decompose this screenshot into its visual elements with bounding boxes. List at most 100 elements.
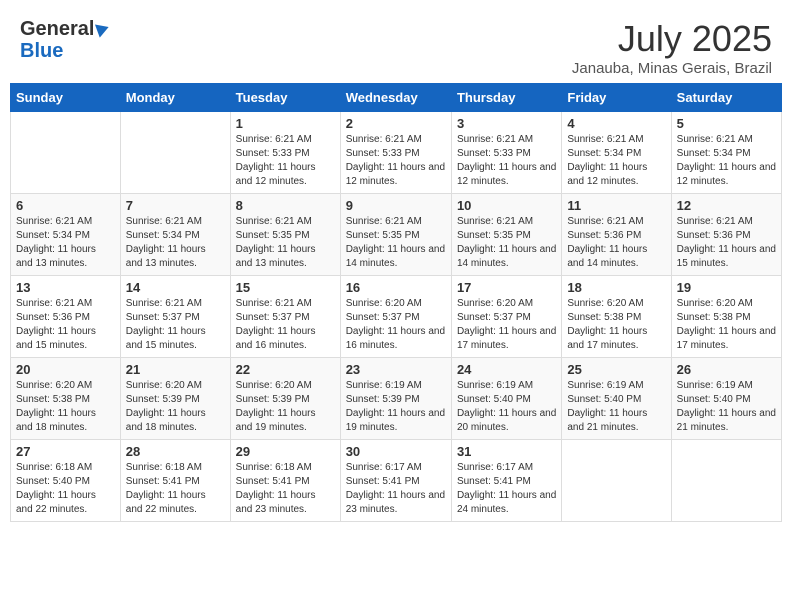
calendar-day-cell: 12 Sunrise: 6:21 AM Sunset: 5:36 PM Dayli… (671, 194, 781, 276)
calendar-day-cell: 11Sunrise: 6:21 AM Sunset: 5:36 PM Dayli… (562, 194, 671, 276)
day-info: Sunrise: 6:21 AM Sunset: 5:36 PM Dayligh… (16, 297, 115, 353)
day-info: Sunrise: 6:21 AM Sunset: 5:35 PM Dayligh… (346, 215, 446, 271)
weekday-header-cell: Monday (120, 84, 230, 112)
calendar-table: SundayMondayTuesdayWednesdayThursdayFrid… (10, 83, 782, 522)
day-info: Sunrise: 6:20 AM Sunset: 5:38 PM Dayligh… (677, 297, 776, 353)
calendar-day-cell: 29Sunrise: 6:18 AM Sunset: 5:41 PM Dayli… (230, 440, 340, 522)
calendar-day-cell: 7 Sunrise: 6:21 AM Sunset: 5:34 PM Daylig… (120, 194, 230, 276)
day-number: 1 (236, 116, 335, 131)
day-info: Sunrise: 6:19 AM Sunset: 5:40 PM Dayligh… (567, 379, 665, 435)
calendar-day-cell: 15 Sunrise: 6:21 AM Sunset: 5:37 PM Dayli… (230, 276, 340, 358)
day-info: Sunrise: 6:21 AM Sunset: 5:36 PM Dayligh… (677, 215, 776, 271)
day-info: Sunrise: 6:21 AM Sunset: 5:37 PM Dayligh… (126, 297, 225, 353)
day-number: 14 (126, 280, 225, 295)
weekday-header-cell: Thursday (451, 84, 561, 112)
calendar-day-cell: 27 Sunrise: 6:18 AM Sunset: 5:40 PM Dayli… (11, 440, 121, 522)
calendar-day-cell: 14 Sunrise: 6:21 AM Sunset: 5:37 PM Dayli… (120, 276, 230, 358)
day-info: Sunrise: 6:21 AM Sunset: 5:35 PM Dayligh… (457, 215, 556, 271)
day-info: Sunrise: 6:21 AM Sunset: 5:33 PM Dayligh… (457, 133, 556, 189)
day-number: 7 (126, 198, 225, 213)
day-number: 22 (236, 362, 335, 377)
page-header: General Blue July 2025 Janauba, Minas Ge… (10, 10, 782, 83)
calendar-day-cell (11, 112, 121, 194)
calendar-week-row: 1 Sunrise: 6:21 AM Sunset: 5:33 PM Daylig… (11, 112, 782, 194)
day-info: Sunrise: 6:20 AM Sunset: 5:39 PM Dayligh… (236, 379, 335, 435)
day-number: 4 (567, 116, 665, 131)
calendar-day-cell: 30 Sunrise: 6:17 AM Sunset: 5:41 PM Dayli… (340, 440, 451, 522)
weekday-header-row: SundayMondayTuesdayWednesdayThursdayFrid… (11, 84, 782, 112)
day-info: Sunrise: 6:18 AM Sunset: 5:40 PM Dayligh… (16, 461, 115, 517)
weekday-header-cell: Sunday (11, 84, 121, 112)
day-info: Sunrise: 6:19 AM Sunset: 5:40 PM Dayligh… (677, 379, 776, 435)
calendar-week-row: 27 Sunrise: 6:18 AM Sunset: 5:40 PM Dayli… (11, 440, 782, 522)
day-info: Sunrise: 6:18 AM Sunset: 5:41 PM Dayligh… (126, 461, 225, 517)
location-title: Janauba, Minas Gerais, Brazil (572, 60, 772, 77)
calendar-day-cell (562, 440, 671, 522)
calendar-day-cell: 5Sunrise: 6:21 AM Sunset: 5:34 PM Daylig… (671, 112, 781, 194)
day-number: 20 (16, 362, 115, 377)
day-number: 26 (677, 362, 776, 377)
calendar-body: 1 Sunrise: 6:21 AM Sunset: 5:33 PM Daylig… (11, 112, 782, 522)
calendar-day-cell: 4 Sunrise: 6:21 AM Sunset: 5:34 PM Daylig… (562, 112, 671, 194)
day-info: Sunrise: 6:21 AM Sunset: 5:37 PM Dayligh… (236, 297, 335, 353)
day-number: 19 (677, 280, 776, 295)
month-title: July 2025 (572, 18, 772, 60)
day-number: 8 (236, 198, 335, 213)
calendar-week-row: 13 Sunrise: 6:21 AM Sunset: 5:36 PM Dayli… (11, 276, 782, 358)
logo-blue: Blue (20, 40, 63, 62)
day-number: 25 (567, 362, 665, 377)
title-area: July 2025 Janauba, Minas Gerais, Brazil (572, 18, 772, 77)
calendar-day-cell: 3 Sunrise: 6:21 AM Sunset: 5:33 PM Daylig… (451, 112, 561, 194)
calendar-day-cell: 10Sunrise: 6:21 AM Sunset: 5:35 PM Dayli… (451, 194, 561, 276)
calendar-day-cell: 17Sunrise: 6:20 AM Sunset: 5:37 PM Dayli… (451, 276, 561, 358)
calendar-day-cell (120, 112, 230, 194)
calendar-day-cell: 22 Sunrise: 6:20 AM Sunset: 5:39 PM Dayli… (230, 358, 340, 440)
calendar-day-cell: 1Sunrise: 6:21 AM Sunset: 5:33 PM Daylig… (230, 112, 340, 194)
calendar-day-cell: 2 Sunrise: 6:21 AM Sunset: 5:33 PM Daylig… (340, 112, 451, 194)
day-info: Sunrise: 6:17 AM Sunset: 5:41 PM Dayligh… (457, 461, 556, 517)
day-info: Sunrise: 6:21 AM Sunset: 5:34 PM Dayligh… (16, 215, 115, 271)
logo-general: General (20, 18, 94, 40)
day-number: 31 (457, 444, 556, 459)
day-info: Sunrise: 6:21 AM Sunset: 5:35 PM Dayligh… (236, 215, 335, 271)
weekday-header-cell: Wednesday (340, 84, 451, 112)
day-number: 23 (346, 362, 446, 377)
calendar-day-cell: 20 Sunrise: 6:20 AM Sunset: 5:38 PM Dayli… (11, 358, 121, 440)
day-number: 24 (457, 362, 556, 377)
day-number: 12 (677, 198, 776, 213)
day-info: Sunrise: 6:21 AM Sunset: 5:34 PM Dayligh… (677, 133, 776, 189)
day-info: Sunrise: 6:19 AM Sunset: 5:39 PM Dayligh… (346, 379, 446, 435)
logo: General Blue (20, 18, 109, 62)
day-info: Sunrise: 6:19 AM Sunset: 5:40 PM Dayligh… (457, 379, 556, 435)
day-info: Sunrise: 6:20 AM Sunset: 5:37 PM Dayligh… (457, 297, 556, 353)
day-number: 3 (457, 116, 556, 131)
day-number: 15 (236, 280, 335, 295)
calendar-day-cell: 21Sunrise: 6:20 AM Sunset: 5:39 PM Dayli… (120, 358, 230, 440)
day-number: 30 (346, 444, 446, 459)
calendar-day-cell: 23 Sunrise: 6:19 AM Sunset: 5:39 PM Dayli… (340, 358, 451, 440)
day-number: 9 (346, 198, 446, 213)
calendar-day-cell: 26 Sunrise: 6:19 AM Sunset: 5:40 PM Dayli… (671, 358, 781, 440)
calendar-day-cell: 19 Sunrise: 6:20 AM Sunset: 5:38 PM Dayli… (671, 276, 781, 358)
day-info: Sunrise: 6:21 AM Sunset: 5:33 PM Dayligh… (346, 133, 446, 189)
calendar-day-cell (671, 440, 781, 522)
calendar-week-row: 6 Sunrise: 6:21 AM Sunset: 5:34 PM Daylig… (11, 194, 782, 276)
day-info: Sunrise: 6:20 AM Sunset: 5:38 PM Dayligh… (16, 379, 115, 435)
day-info: Sunrise: 6:21 AM Sunset: 5:34 PM Dayligh… (126, 215, 225, 271)
day-number: 13 (16, 280, 115, 295)
day-info: Sunrise: 6:17 AM Sunset: 5:41 PM Dayligh… (346, 461, 446, 517)
day-info: Sunrise: 6:20 AM Sunset: 5:37 PM Dayligh… (346, 297, 446, 353)
calendar-week-row: 20 Sunrise: 6:20 AM Sunset: 5:38 PM Dayli… (11, 358, 782, 440)
day-info: Sunrise: 6:21 AM Sunset: 5:34 PM Dayligh… (567, 133, 665, 189)
day-number: 27 (16, 444, 115, 459)
calendar-day-cell: 13 Sunrise: 6:21 AM Sunset: 5:36 PM Dayli… (11, 276, 121, 358)
calendar-day-cell: 8 Sunrise: 6:21 AM Sunset: 5:35 PM Daylig… (230, 194, 340, 276)
calendar-day-cell: 28Sunrise: 6:18 AM Sunset: 5:41 PM Dayli… (120, 440, 230, 522)
day-info: Sunrise: 6:21 AM Sunset: 5:36 PM Dayligh… (567, 215, 665, 271)
logo-triangle-icon (95, 20, 111, 37)
day-number: 2 (346, 116, 446, 131)
calendar-day-cell: 6 Sunrise: 6:21 AM Sunset: 5:34 PM Daylig… (11, 194, 121, 276)
weekday-header-cell: Saturday (671, 84, 781, 112)
calendar-day-cell: 9 Sunrise: 6:21 AM Sunset: 5:35 PM Daylig… (340, 194, 451, 276)
day-number: 6 (16, 198, 115, 213)
